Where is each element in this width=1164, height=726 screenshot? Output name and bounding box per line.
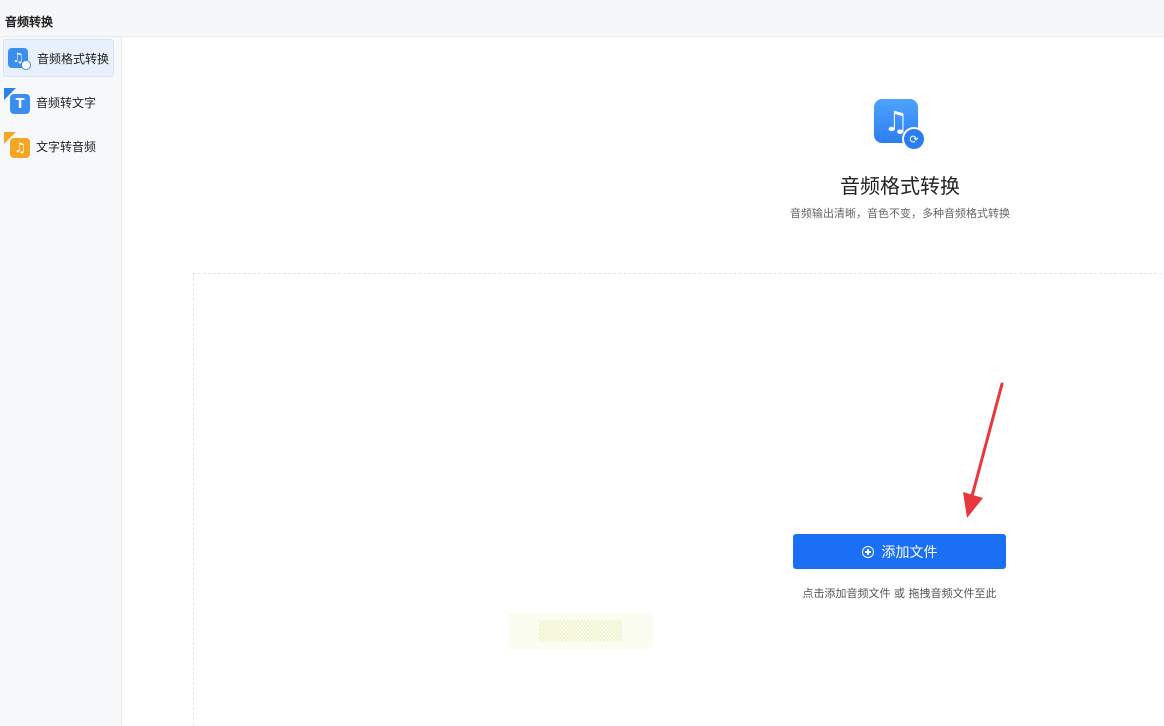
window-title: 音频转换 xyxy=(5,15,54,29)
file-drop-zone[interactable] xyxy=(193,273,1162,725)
annotation-arrow-icon xyxy=(963,382,1004,518)
watermark-logo: ▒▒▒▒▒▒ xyxy=(508,613,653,649)
sidebar-item-audio-to-text[interactable]: T 音频转文字 xyxy=(3,83,114,121)
audio-to-text-icon: T xyxy=(4,88,30,114)
text-to-audio-icon: ♫ xyxy=(4,132,30,158)
drop-hint-text: 点击添加音频文件 或 拖拽音频文件至此 xyxy=(802,587,997,600)
sidebar-item-text-to-audio[interactable]: ♫ 文字转音频 xyxy=(3,127,114,165)
main-panel: ♫ ⟳ 音频格式转换 音频输出清晰，音色不变，多种音频格式转换 ▒▒▒▒▒▒ 添… xyxy=(122,37,1164,726)
title-bar: 音频转换 xyxy=(0,0,1164,37)
sidebar-item-audio-format-convert[interactable]: ♫ 音频格式转换 xyxy=(3,39,114,77)
music-convert-icon: ♫ ⟳ xyxy=(874,99,926,151)
plus-circle-icon xyxy=(861,545,874,558)
add-file-button-label: 添加文件 xyxy=(881,544,938,561)
sidebar-item-label: 音频转文字 xyxy=(36,95,97,110)
sidebar-item-label: 文字转音频 xyxy=(36,139,97,154)
audio-convert-icon: ♫ xyxy=(7,46,31,70)
add-file-button[interactable]: 添加文件 xyxy=(793,534,1006,569)
sidebar: ♫ 音频格式转换 T 音频转文字 ♫ 文字转音频 xyxy=(0,37,122,726)
page-title: 音频格式转换 xyxy=(840,174,960,198)
page-subtitle: 音频输出清晰，音色不变，多种音频格式转换 xyxy=(790,207,1010,220)
sidebar-item-label: 音频格式转换 xyxy=(37,51,110,66)
